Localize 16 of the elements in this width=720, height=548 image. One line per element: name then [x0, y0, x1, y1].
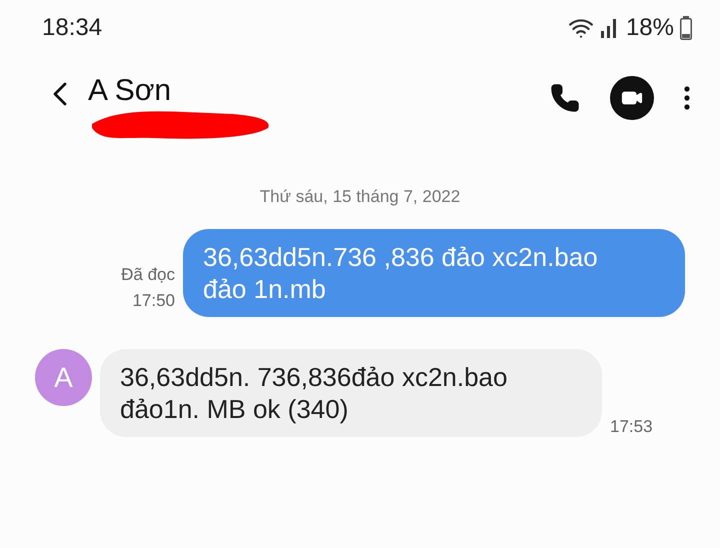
message-time: 17:50 — [132, 291, 175, 311]
contact-name: A Sơn — [88, 74, 172, 108]
read-status: Đã đọc — [121, 265, 175, 285]
phone-icon — [550, 83, 580, 113]
status-time: 18:34 — [42, 14, 102, 42]
received-message-bubble: 36,63dd5n. 736,836đảo xc2n.bao đảo1n. MB ok (340) — [100, 349, 602, 437]
more-options-button[interactable] — [684, 86, 690, 110]
battery-percent: 18% — [626, 14, 674, 42]
video-call-button[interactable] — [610, 76, 654, 120]
kebab-menu-icon — [684, 86, 690, 110]
contact-avatar: A — [35, 349, 92, 406]
call-button[interactable] — [550, 83, 580, 113]
message-time: 17:53 — [610, 417, 653, 437]
battery-icon — [680, 16, 692, 40]
sent-message-bubble: 36,63dd5n.736 ,836 đảo xc2n.bao đảo 1n.mb — [183, 229, 685, 317]
date-divider: Thứ sáu, 15 tháng 7, 2022 — [258, 187, 462, 207]
